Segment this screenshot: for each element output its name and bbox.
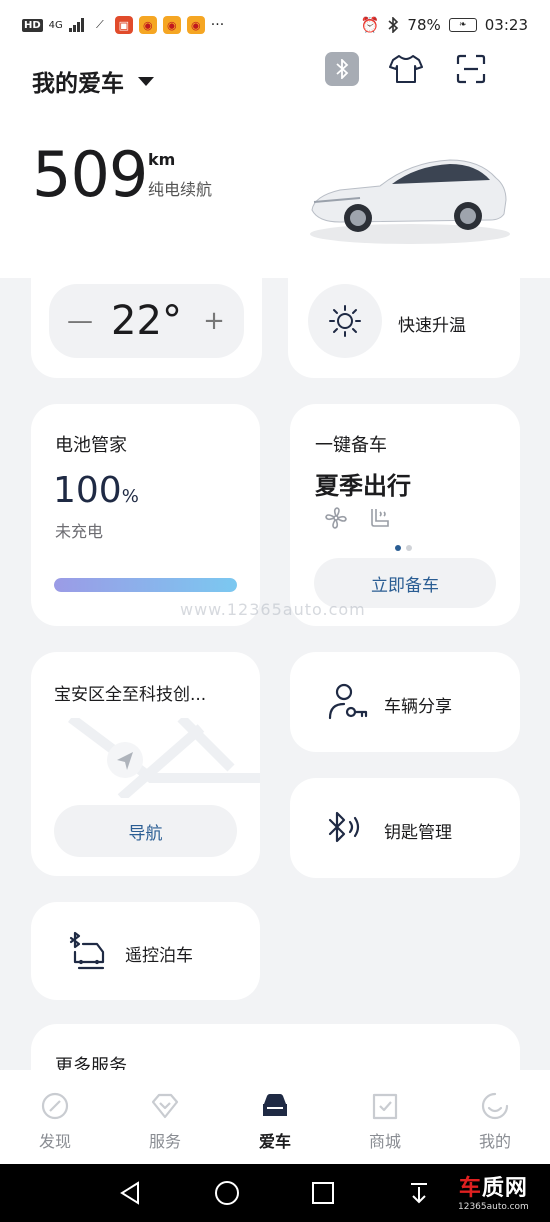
quick-heat-button[interactable] (308, 284, 382, 358)
fan-icon (325, 507, 347, 529)
network-badge: 4G (48, 19, 63, 31)
scan-button[interactable] (454, 52, 488, 86)
prep-mode: 夏季出行 (315, 472, 411, 500)
car-image (310, 159, 510, 244)
watermark-logo: 车质网 12365auto.com (458, 1170, 529, 1212)
smile-icon (481, 1092, 509, 1120)
battery-percent: 78% (407, 16, 441, 34)
navigate-button[interactable]: 导航 (54, 805, 237, 857)
more-notifications: ··· (210, 17, 225, 33)
link-icon: ⟋ (95, 18, 104, 31)
user-key-icon (328, 683, 368, 720)
battery-value: 100 (53, 470, 122, 511)
remote-parking-card[interactable]: 遥控泊车 (31, 902, 260, 1000)
vehicle-header: 我的爱车 509 km 纯电续航 (0, 50, 550, 278)
tab-shop[interactable]: 商城 (330, 1070, 440, 1164)
outfit-button[interactable] (389, 52, 423, 86)
sun-icon (329, 305, 361, 337)
vehicle-selector[interactable]: 我的爱车 (32, 64, 154, 98)
weibo-icon-2: ◉ (162, 16, 181, 34)
battery-progress-fill (54, 578, 237, 592)
bluetooth-icon (336, 59, 349, 79)
battery-icon: ❧ (448, 18, 477, 32)
hd-badge: HD (22, 18, 43, 32)
signal-icon (68, 18, 84, 32)
vehicle-location: 宝安区全至科技创... (54, 685, 207, 705)
navigation-card[interactable]: 宝安区全至科技创... 导航 (31, 652, 260, 876)
back-icon[interactable] (116, 1178, 146, 1208)
brand-name-b: 质网 (481, 1176, 528, 1201)
recents-icon[interactable] (308, 1178, 338, 1208)
shirt-icon (389, 55, 423, 83)
system-navigation-bar: 车质网 12365auto.com (0, 1164, 550, 1222)
brand-name-a: 车 (458, 1176, 482, 1201)
bluetooth-status-icon (388, 17, 399, 33)
notification-pulldown-icon[interactable] (404, 1178, 434, 1208)
weibo-icon: ◉ (138, 16, 157, 34)
quick-heat-label: 快速升温 (398, 316, 466, 336)
temperature-card: — 22° + (31, 268, 262, 378)
location-map (68, 718, 260, 798)
key-management-card[interactable]: 钥匙管理 (290, 778, 520, 878)
tab-discover[interactable]: 发现 (0, 1070, 110, 1164)
bluetooth-key-icon (328, 811, 360, 843)
bottom-tab-bar: 发现 服务 爱车 商城 我的 (0, 1070, 550, 1164)
tab-label: 服务 (148, 1132, 181, 1151)
car-icon (263, 1094, 287, 1116)
tab-my-car[interactable]: 爱车 (220, 1070, 330, 1164)
tab-label: 爱车 (258, 1132, 291, 1151)
battery-level: 100% (53, 470, 139, 511)
key-management-label: 钥匙管理 (384, 823, 452, 843)
battery-title: 电池管家 (55, 435, 127, 456)
tab-profile[interactable]: 我的 (440, 1070, 550, 1164)
carousel-dots (395, 545, 412, 551)
status-right: ⏰ 78% ❧ 03:23 (361, 16, 528, 34)
tab-label: 我的 (478, 1132, 511, 1151)
scan-icon (456, 54, 486, 84)
status-bar: HD 4G ⟋ ▣ ◉ ◉ ◉ ··· ⏰ 78% ❧ 03:23 (0, 0, 550, 50)
shopping-bag-icon (372, 1093, 398, 1120)
temperature-value: 22° (111, 298, 182, 344)
prep-feature-icons (324, 506, 392, 530)
quick-heat-card[interactable]: 快速升温 (288, 268, 520, 378)
vehicle-prep-card[interactable]: 一键备车 夏季出行 立即备车 (290, 404, 520, 626)
alarm-icon: ⏰ (360, 16, 380, 34)
seat-heat-icon (371, 509, 389, 527)
weibo-icon-3: ◉ (186, 16, 205, 34)
remote-parking-icon (69, 931, 105, 970)
carousel-dot-active[interactable] (395, 545, 401, 551)
battery-unit: % (121, 486, 139, 507)
status-left: HD 4G ⟋ ▣ ◉ ◉ ◉ ··· (22, 16, 224, 34)
temperature-decrease-button[interactable]: — (67, 306, 93, 336)
remote-parking-label: 遥控泊车 (125, 946, 193, 966)
carousel-dot[interactable] (406, 545, 412, 551)
watermark: www.12365auto.com (180, 600, 366, 619)
battery-progress (54, 578, 237, 592)
home-icon[interactable] (212, 1178, 242, 1208)
chevron-down-icon (138, 76, 154, 86)
tab-label: 发现 (38, 1132, 71, 1151)
temperature-control: — 22° + (49, 284, 244, 358)
vehicle-share-label: 车辆分享 (384, 697, 452, 717)
vehicle-share-card[interactable]: 车辆分享 (290, 652, 520, 752)
tab-services[interactable]: 服务 (110, 1070, 220, 1164)
range-label: 纯电续航 (148, 180, 213, 199)
clock: 03:23 (484, 16, 528, 34)
temperature-increase-button[interactable]: + (202, 306, 226, 336)
compass-icon (41, 1092, 69, 1120)
bluetooth-button[interactable] (325, 52, 359, 86)
tab-label: 商城 (368, 1132, 401, 1151)
brand-url: 12365auto.com (458, 1202, 529, 1212)
battery-card[interactable]: 电池管家 100% 未充电 (31, 404, 260, 626)
heart-diamond-icon (151, 1093, 179, 1119)
range-value: 509 (32, 138, 148, 211)
vehicle-title: 我的爱车 (32, 71, 124, 97)
app-notification-icon: ▣ (114, 16, 133, 34)
charging-status: 未充电 (55, 522, 104, 541)
prep-title: 一键备车 (315, 435, 387, 456)
range-unit: km (148, 150, 176, 169)
